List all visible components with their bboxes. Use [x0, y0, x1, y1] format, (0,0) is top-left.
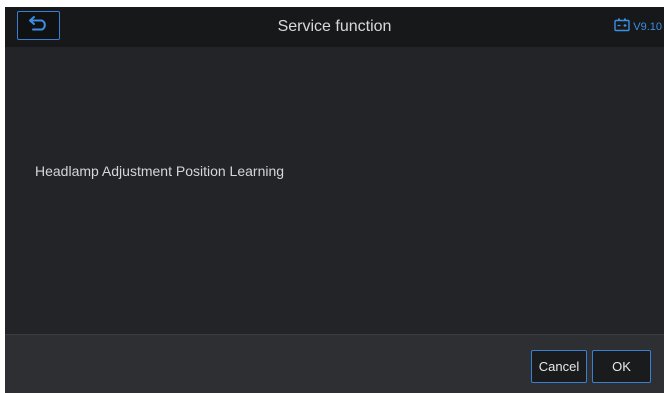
main-content: Headlamp Adjustment Position Learning: [5, 47, 664, 334]
function-message: Headlamp Adjustment Position Learning: [35, 163, 285, 179]
back-button[interactable]: [17, 11, 60, 40]
footer-bar: Cancel OK: [5, 334, 664, 393]
cancel-button[interactable]: Cancel: [531, 350, 587, 383]
version-label: V9.10: [633, 21, 662, 33]
page-title: Service function: [277, 18, 392, 35]
header-bar: Service function V9.10: [5, 7, 664, 47]
battery-status: V9.10: [614, 18, 662, 37]
app-screen: Service function V9.10 Headlamp Adjustme…: [5, 7, 664, 393]
back-arrow-icon: [28, 15, 50, 36]
ok-button[interactable]: OK: [592, 350, 651, 383]
battery-icon: [614, 18, 630, 37]
